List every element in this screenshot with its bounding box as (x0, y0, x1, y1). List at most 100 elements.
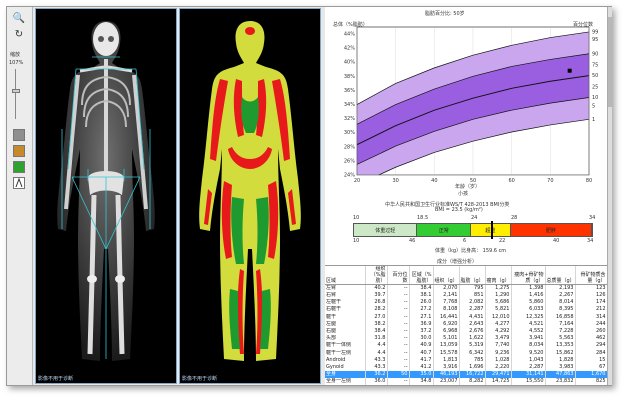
bmi-tick-label: 28 (511, 215, 518, 221)
table-cell: 15,578 (433, 349, 460, 357)
report-scrollbar[interactable] (607, 7, 612, 385)
table-row[interactable]: Android 43.3 -- 41.7 1,813 785 1,028 1,043 1,828… (325, 356, 607, 364)
table-cell: 1,043 (511, 356, 546, 364)
table-cell: 3,941 (511, 335, 546, 343)
table-column-header[interactable]: 组织（g） (433, 266, 460, 285)
table-cell: 825 (575, 378, 607, 385)
table-column-header[interactable]: 脂肪（g） (459, 266, 486, 285)
table-row[interactable]: 右臂 39.7 -- 38.1 2,141 851 1,290 1,416 2,267 126 (325, 292, 607, 300)
chart-y-tick-label: 32% (344, 116, 355, 122)
chart-x-axis-sublabel: 小孩 (458, 191, 469, 197)
table-cell: 41.7 (409, 356, 434, 364)
table-row[interactable]: 右腿 38.4 -- 37.2 6,968 2,676 4,292 4,552 7,228 260 (325, 327, 607, 336)
table-cell: 13,059 (433, 342, 460, 350)
table-row[interactable]: Gynoid 43.3 -- 41.2 3,916 1,696 2,220 2,287 3,98… (325, 363, 607, 372)
chart-x-tick-label: 80 (586, 178, 592, 184)
table-cell: 2,070 (433, 284, 460, 292)
table-cell: 851 (459, 292, 486, 300)
region-view-thumbnail[interactable] (13, 177, 25, 189)
table-cell: 15,862 (545, 349, 576, 357)
table-header-row: 区域 组织（%脂肪） 百分位数 区域（%脂肪） 组织（g） 脂肪（g） 瘦肉（g） 瘦肉+骨矿… (325, 266, 607, 285)
bmi-bottom-tick-label: 10 (353, 238, 360, 244)
report-scrollbar-thumb[interactable] (608, 17, 612, 107)
table-row[interactable]: 全身 36.2 50 35.0 46,193 16,722 29,471 31,141 47,8… (325, 371, 607, 379)
zoom-slider[interactable] (12, 69, 23, 119)
fat-percentile-chart: 44%42%40%38%36%34%32%30%28%26%24%9995907… (344, 26, 598, 199)
table-cell: 40.7 (409, 349, 434, 357)
table-cell: 39.7 (365, 292, 388, 300)
table-column-header[interactable]: 组织（%脂肪） (365, 266, 388, 285)
body-composition-image[interactable]: 影像不用于诊断 (179, 8, 321, 384)
table-cell: 50 (387, 371, 410, 379)
table-row[interactable]: 躯干一左侧 4.4 -- 40.7 15,578 6,342 9,236 9,520 15,86… (325, 349, 607, 357)
table-cell: 15,550 (511, 378, 546, 385)
composition-image-caption: 影像不用于诊断 (182, 376, 218, 382)
tissue-view-thumbnail[interactable] (13, 161, 25, 173)
table-cell: -- (387, 349, 410, 357)
table-cell: 36.9 (409, 320, 434, 328)
table-cell: -- (387, 378, 410, 385)
table-column-header[interactable]: 区域（%脂肪） (409, 266, 434, 285)
bmi-tick-label: 10 (353, 215, 360, 221)
table-cell: -- (387, 342, 410, 350)
table-cell: 795 (459, 284, 486, 292)
table-cell: 2,082 (459, 299, 486, 307)
table-row[interactable]: 左臂 40.2 -- 38.4 2,070 795 1,275 1,398 2,193 123 (325, 284, 607, 292)
table-row[interactable]: 左腿 38.2 -- 36.9 6,920 2,643 4,277 4,521 7,164 244 (325, 320, 607, 328)
magnifier-icon[interactable]: 🔍 (12, 11, 26, 25)
table-row[interactable]: 头部 31.8 -- 30.0 5,101 1,622 3,479 3,941 5,563 462 (325, 335, 607, 343)
skeleton-view-thumbnail[interactable] (13, 129, 25, 141)
table-cell: 123 (575, 284, 607, 292)
table-cell: 174 (575, 299, 607, 307)
chart-y-tick-label: 38% (344, 74, 355, 80)
table-row[interactable]: 全身一左侧 36.0 -- 34.8 23,007 8,282 14,725 15,550 23… (325, 378, 607, 385)
image-toolbar: 🔍 ↻ 缩放 107% (7, 7, 33, 385)
bmi-bottom-ticks: 10 46 6 22 40 34 (353, 238, 593, 246)
table-cell: 38.4 (409, 284, 434, 292)
table-cell: 38.1 (409, 292, 434, 300)
table-row[interactable]: 左躯干 26.8 -- 26.0 7,768 2,082 5,686 5,860 8,014 17… (325, 299, 607, 307)
table-column-header[interactable]: 瘦肉+骨矿物质（g） (511, 266, 546, 285)
table-column-header[interactable]: 瘦肉（g） (485, 266, 512, 285)
chart-title: 脂肪百分比: 50岁 (425, 11, 465, 17)
table-cell: 27.2 (409, 306, 434, 314)
table-cell: 41.2 (409, 363, 434, 372)
table-column-header[interactable]: 百分位数 (387, 266, 410, 285)
table-cell: 244 (575, 320, 607, 328)
table-cell: 15 (575, 356, 607, 364)
table-cell: 38.4 (365, 327, 388, 336)
table-cell: 43.3 (365, 363, 388, 372)
table-row[interactable]: 躯干 27.0 -- 27.1 16,441 4,431 12,010 12,325 16,85… (325, 313, 607, 321)
table-column-header[interactable]: 总质量（g） (545, 266, 576, 285)
chart-y2-tick-label: 90 (592, 51, 598, 57)
table-cell: 2,676 (459, 327, 486, 336)
table-cell: 31,141 (511, 371, 546, 379)
table-cell: 27.1 (409, 313, 434, 321)
table-cell: 7,768 (433, 299, 460, 307)
table-cell: 4,277 (485, 320, 512, 328)
chart-y2-tick-label: 25 (592, 84, 598, 90)
table-cell: -- (387, 292, 410, 300)
table-row[interactable]: 躯干一体侧 4.4 -- 40.9 13,059 5,319 7,740 8,034 13,35… (325, 342, 607, 350)
table-cell: 27.0 (365, 313, 388, 321)
skeleton-scan-image[interactable]: 影像不用于诊断 (35, 8, 177, 384)
table-cell: -- (387, 306, 410, 314)
bmi-segment: 体重过轻 (354, 224, 418, 236)
table-cell: 36.0 (365, 378, 388, 385)
table-cell: Gynoid (325, 363, 366, 372)
table-cell: 6,342 (459, 349, 486, 357)
table-cell: 4,431 (459, 313, 486, 321)
table-cell: 1,290 (485, 292, 512, 300)
table-cell: 6,033 (511, 306, 546, 314)
table-cell: 躯干 (325, 313, 366, 321)
table-cell: 26.8 (365, 299, 388, 307)
table-cell: 1,622 (459, 335, 486, 343)
composition-view-thumbnail[interactable] (13, 145, 25, 157)
table-cell: 5,319 (459, 342, 486, 350)
table-row[interactable]: 右躯干 28.2 -- 27.2 8,108 2,287 5,821 6,033 8,395 21… (325, 306, 607, 314)
rotate-icon[interactable]: ↻ (12, 27, 26, 41)
table-column-header[interactable]: 骨矿物质含量（g） (575, 266, 607, 285)
table-column-header[interactable]: 区域 (325, 266, 366, 285)
table-cell: 5,686 (485, 299, 512, 307)
zoom-slider-thumb[interactable] (12, 89, 20, 93)
